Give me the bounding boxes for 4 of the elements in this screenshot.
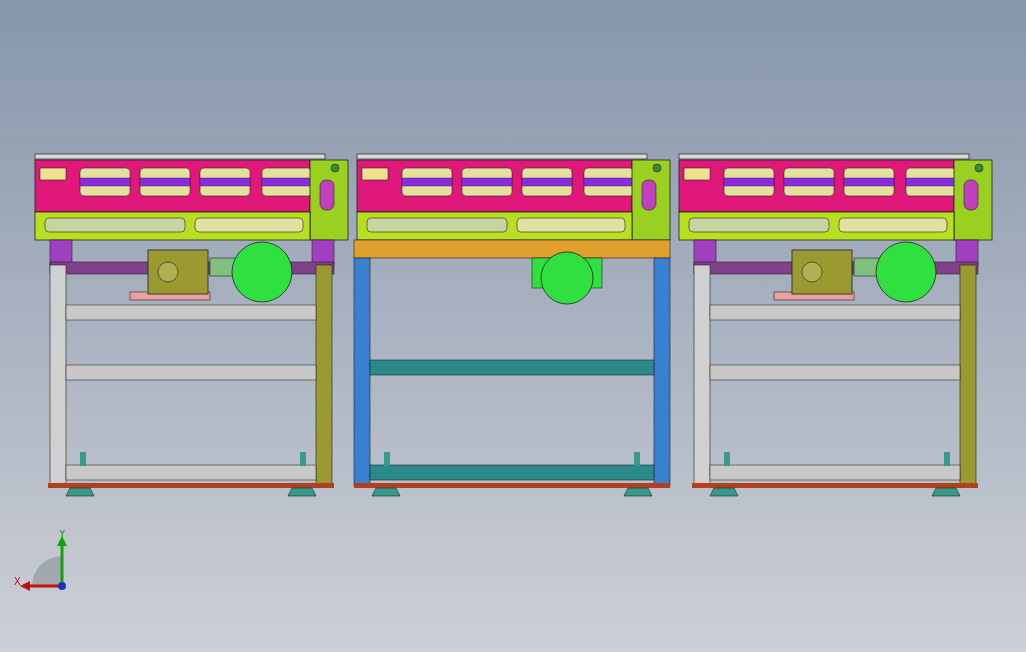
y-axis-label: Y [59,530,66,539]
z-axis-dot-icon [58,582,66,590]
x-axis-label: X [14,576,21,587]
triad-plane-icon [32,556,62,586]
